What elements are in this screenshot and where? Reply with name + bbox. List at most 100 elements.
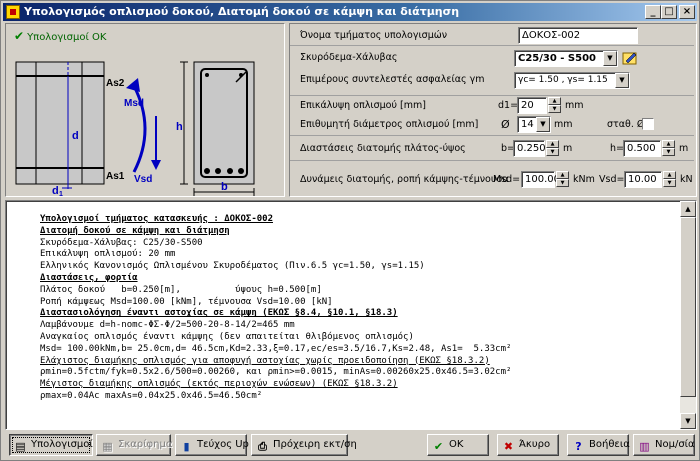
materials-dropdown-button[interactable]: ▼ bbox=[603, 51, 617, 66]
ok-button[interactable]: ✔ ΟΚ bbox=[427, 434, 489, 456]
title-bar: Υπολογισμός οπλισμού δοκού, Διατομή δοκο… bbox=[3, 3, 697, 21]
width-spinner[interactable]: ▲ ▼ bbox=[546, 140, 559, 157]
msd-prefix: Msd= bbox=[493, 174, 521, 185]
report-line: ρmin=0.5fctm/fyk=0.5x2.6/500=0.00260, κα… bbox=[40, 367, 512, 378]
report-text-area[interactable]: Υπολογισμοί τμήματος κατασκευής : ΔΟΚΟΣ-… bbox=[5, 200, 697, 430]
d1-label: d bbox=[52, 185, 59, 196]
units-button[interactable]: ▥ Νομ/σία bbox=[633, 434, 695, 456]
row-materials: Σκυρόδεμα-Χάλυβας C25/30 - S500 ▼ Επιμέρ… bbox=[290, 46, 694, 96]
help-label: Βοήθεια bbox=[589, 439, 630, 450]
book-up-button[interactable]: ▮ Τεύχος Up bbox=[175, 434, 249, 456]
rebar-bottom bbox=[227, 168, 233, 174]
width-input[interactable]: 0.250 bbox=[513, 140, 546, 157]
maximize-button[interactable]: □ bbox=[661, 5, 677, 19]
msd-input[interactable]: 100.00 bbox=[521, 171, 560, 188]
name-label: Όνομα τμήματος υπολογισμών bbox=[300, 30, 448, 41]
report-line: Επικάλυψη οπλισμού: 20 mm bbox=[40, 249, 176, 260]
scroll-up-button[interactable]: ▲ bbox=[680, 201, 696, 217]
report-line: Ελληνικός Κανονισμός Ωπλισμένου Σκυροδέμ… bbox=[40, 261, 425, 272]
calculations-button[interactable]: ▤ Υπολογισμοί bbox=[9, 434, 93, 456]
scroll-thumb[interactable] bbox=[680, 217, 696, 397]
diameter-icon: Ø bbox=[501, 118, 510, 131]
height-input[interactable]: 0.500 bbox=[623, 140, 661, 157]
diameter-unit: mm bbox=[554, 119, 573, 130]
report-line: ρmax=0.04Ac maxAs=0.04x25.0x46.5=46.50cm… bbox=[40, 390, 263, 401]
constant-diameter-checkbox[interactable] bbox=[642, 118, 654, 130]
ok-label: ΟΚ bbox=[449, 439, 464, 450]
cover-unit: mm bbox=[565, 100, 584, 111]
units-icon: ▥ bbox=[639, 440, 650, 453]
name-input[interactable]: ΔΟΚΟΣ-002 bbox=[518, 27, 638, 44]
cancel-label: Άκυρο bbox=[519, 439, 551, 450]
vsd-spinner[interactable]: ▲ ▼ bbox=[663, 171, 676, 188]
sketch-icon: ▦ bbox=[102, 440, 113, 453]
row-cover: Επικάλυψη οπλισμού [mm] d1= 20 ▲ ▼ mm Επι… bbox=[290, 96, 694, 136]
d1-subscript: 1 bbox=[59, 191, 63, 196]
main-window: Υπολογισμός οπλισμού δοκού, Διατομή δοκο… bbox=[0, 0, 700, 461]
report-line: Πλάτος δοκού b=0.250[m], ύψους h=0.500[m… bbox=[40, 284, 322, 295]
calculations-icon: ▤ bbox=[15, 440, 26, 453]
vsd-label: Vsd bbox=[134, 174, 152, 185]
draft-print-label: Πρόχειρη εκτ/ση bbox=[273, 439, 357, 450]
d-label: d bbox=[72, 130, 79, 142]
report-line: Σκυρόδεμα-Χάλυβας: C25/30-S500 bbox=[40, 237, 203, 248]
help-button[interactable]: ? Βοήθεια bbox=[567, 434, 630, 456]
h-unit: m bbox=[679, 143, 689, 154]
units-label: Νομ/σία bbox=[655, 439, 695, 450]
report-line: Διαστασιολόγηση έναντι αστοχίας σε κάμψη… bbox=[40, 308, 398, 319]
report-line: Λαμβάνουμε d=h-nomc-ΦΣ-Φ/2=500-20-8-14/2… bbox=[40, 320, 295, 331]
row-name: Όνομα τμήματος υπολογισμών ΔΟΚΟΣ-002 bbox=[290, 24, 694, 46]
book-icon: ▮ bbox=[183, 440, 190, 453]
rebar-top bbox=[205, 73, 209, 77]
moment-arrowhead bbox=[126, 78, 140, 92]
report-lines: Υπολογισμοί τμήματος κατασκευής : ΔΟΚΟΣ-… bbox=[40, 214, 511, 403]
vsd-unit: kN bbox=[680, 174, 693, 185]
as1-label: As1 bbox=[106, 171, 125, 182]
msd-label: Msd bbox=[124, 98, 144, 109]
edit-materials-icon[interactable] bbox=[622, 50, 638, 66]
as2-label: As2 bbox=[106, 78, 125, 89]
beam-section-diagram: d d 1 As2 As1 Msd Vsd h b bbox=[15, 61, 255, 196]
diameter-dropdown-button[interactable]: ▼ bbox=[536, 117, 550, 132]
sketch-button[interactable]: ▦ Σκαρίφημα bbox=[96, 434, 173, 456]
msd-unit: kNm bbox=[573, 174, 595, 185]
row-dimensions: Διαστάσεις διατομής πλάτος-ύψος b= 0.250… bbox=[290, 136, 694, 161]
row-forces: Δυνάμεις διατομής, ροπή κάμψης-τέμνουσα … bbox=[290, 161, 694, 196]
close-button[interactable]: × bbox=[679, 5, 695, 19]
height-spinner[interactable]: ▲ ▼ bbox=[662, 140, 675, 157]
cancel-button[interactable]: ✖ Άκυρο bbox=[497, 434, 559, 456]
status-ok: ✔ Υπολογισμοί ΟΚ bbox=[14, 29, 106, 43]
h-label: h bbox=[176, 121, 183, 133]
book-up-label: Τεύχος Up bbox=[197, 439, 249, 450]
scroll-down-button[interactable]: ▼ bbox=[680, 413, 696, 429]
printer-icon: ⎙ bbox=[258, 440, 267, 453]
cover-input[interactable]: 20 bbox=[517, 97, 547, 114]
minimize-button[interactable]: _ bbox=[645, 5, 661, 19]
rebar-bottom bbox=[215, 168, 221, 174]
window-title: Υπολογισμός οπλισμού δοκού, Διατομή δοκο… bbox=[24, 5, 460, 18]
ok-check-icon: ✔ bbox=[433, 440, 444, 453]
report-line: Διαστάσεις, φορτία bbox=[40, 272, 138, 283]
shear-arrowhead bbox=[151, 160, 161, 170]
check-icon: ✔ bbox=[14, 29, 25, 43]
report-scrollbar[interactable]: ▲ ▼ bbox=[680, 201, 696, 429]
bottom-toolbar: ▤ Υπολογισμοί ▦ Σκαρίφημα ▮ Τεύχος Up ⎙ Πρόχ… bbox=[5, 433, 697, 458]
status-text: Υπολογισμοί ΟΚ bbox=[27, 32, 107, 43]
input-form: Όνομα τμήματος υπολογισμών ΔΟΚΟΣ-002 Σκυ… bbox=[289, 23, 697, 197]
vsd-input[interactable]: 10.00 bbox=[624, 171, 662, 188]
report-line: Μέγιστος διαμήκης οπλισμός (εκτός περιοχ… bbox=[40, 379, 398, 390]
msd-spinner[interactable]: ▲ ▼ bbox=[556, 171, 569, 188]
cover-prefix: d1= bbox=[498, 100, 519, 111]
report-line: Msd= 100.00kNm,b= 25.0cm,d= 46.5cm,Kd=2.… bbox=[40, 343, 512, 354]
h-prefix: h= bbox=[610, 143, 624, 154]
constant-diameter-label: σταθ. Ø bbox=[607, 119, 645, 130]
cover-spinner[interactable]: ▲ ▼ bbox=[548, 97, 561, 114]
dims-label: Διαστάσεις διατομής πλάτος-ύψος bbox=[300, 143, 466, 154]
diameter-label: Επιθυμητή διάμετρος οπλισμού [mm] bbox=[300, 119, 479, 130]
app-icon bbox=[6, 5, 20, 19]
forces-label: Δυνάμεις διατομής, ροπή κάμψης-τέμνουσα bbox=[300, 174, 509, 185]
safety-select[interactable]: γc= 1.50 , γs= 1.15 bbox=[514, 72, 630, 89]
safety-dropdown-button[interactable]: ▼ bbox=[615, 73, 629, 88]
sketch-label: Σκαρίφημα bbox=[118, 439, 173, 450]
draft-print-button[interactable]: ⎙ Πρόχειρη εκτ/ση bbox=[251, 434, 357, 456]
